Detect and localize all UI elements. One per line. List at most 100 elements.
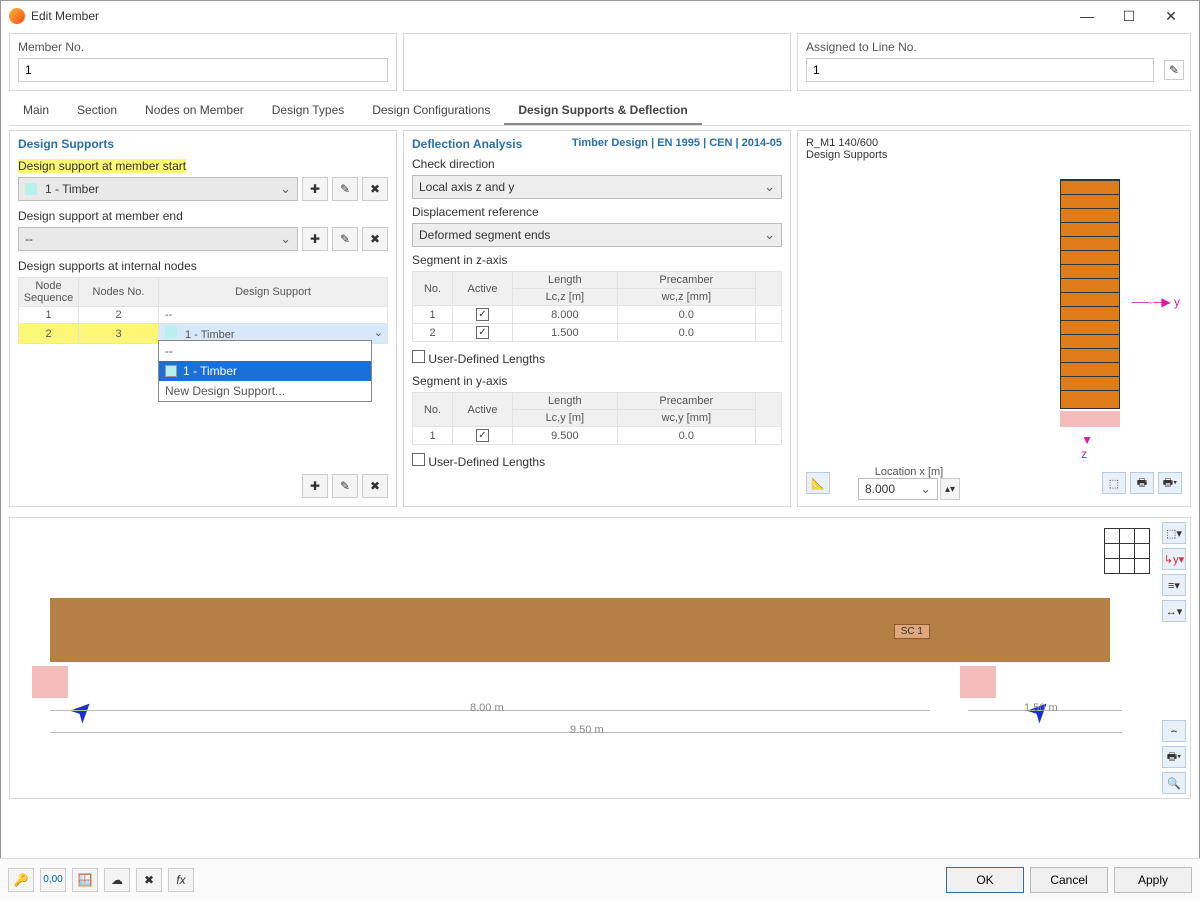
end-combo[interactable]: -- — [18, 227, 298, 251]
disp-ref-label: Displacement reference — [412, 205, 782, 219]
maximize-button[interactable]: ☐ — [1109, 2, 1149, 30]
start-new-icon[interactable]: ✚ — [302, 177, 328, 201]
member-no-input[interactable] — [18, 58, 388, 82]
measure-icon[interactable]: 📐 — [806, 472, 830, 494]
spinner-icon[interactable]: ▴▾ — [940, 478, 960, 500]
view-layers-icon[interactable]: ≡▾ — [1162, 574, 1186, 596]
tabs: MainSectionNodes on MemberDesign TypesDe… — [9, 97, 1191, 126]
help-icon[interactable]: 🔑 — [8, 868, 34, 892]
check-dir-label: Check direction — [412, 157, 782, 171]
assigned-input[interactable] — [806, 58, 1154, 82]
print-icon[interactable]: 🖶 — [1130, 472, 1154, 494]
disp-ref-value: Deformed segment ends — [419, 228, 550, 242]
seg-z-label: Segment in z-axis — [412, 253, 782, 267]
support-left — [32, 666, 68, 698]
end-edit-icon[interactable]: ✎ — [332, 227, 358, 251]
tool3-icon[interactable]: ✖ — [136, 868, 162, 892]
more-view-icon[interactable]: 🖶▾ — [1158, 472, 1182, 494]
chevron-down-icon: ⌄ — [374, 326, 383, 339]
cross-section-graphic — [1060, 179, 1120, 409]
start-edit-icon[interactable]: ✎ — [332, 177, 358, 201]
internal-label: Design supports at internal nodes — [18, 259, 388, 273]
seg-y-table: No. Active Length Precamber Lc,y [m] wc,… — [412, 392, 782, 445]
support-graphic — [1060, 411, 1120, 427]
tab-main[interactable]: Main — [9, 97, 63, 125]
axis-y-label: ──·─▶ y — [1132, 295, 1180, 309]
units-icon[interactable]: 0,00 — [40, 868, 66, 892]
start-combo[interactable]: 1 - Timber — [18, 177, 298, 201]
end-delete-icon[interactable]: ✖ — [362, 227, 388, 251]
checkbox-icon[interactable]: ✓ — [476, 429, 489, 442]
table-row[interactable]: 1 ✓ 9.500 0.0 — [413, 427, 782, 445]
preview-title1: R_M1 140/600 — [806, 137, 1182, 149]
view-print2-icon[interactable]: 🖶▾ — [1162, 746, 1186, 768]
sc-label: SC 1 — [894, 624, 930, 639]
table-row[interactable]: 2 3 1 - Timber ⌄ -- 1 - Timber New Desig… — [19, 324, 388, 344]
dim2: 1.50 m — [1024, 702, 1058, 714]
table-row[interactable]: 1 ✓ 8.000 0.0 — [413, 306, 782, 324]
beam-graphic — [50, 598, 1110, 662]
close-button[interactable]: ✕ — [1151, 2, 1191, 30]
cancel-button[interactable]: Cancel — [1030, 867, 1108, 893]
design-supports-title: Design Supports — [18, 137, 388, 151]
checkbox-icon[interactable]: ✓ — [476, 308, 489, 321]
view-iso-icon[interactable]: ⬚▾ — [1162, 522, 1186, 544]
internal-edit-icon[interactable]: ✎ — [332, 474, 358, 498]
minimize-button[interactable]: — — [1067, 2, 1107, 30]
dropdown-item-timber[interactable]: 1 - Timber — [159, 361, 371, 381]
dim1: 8.00 m — [470, 702, 504, 714]
end-label: Design support at member end — [18, 209, 388, 223]
table-row[interactable]: 1 2 -- — [19, 307, 388, 324]
assigned-label: Assigned to Line No. — [806, 40, 1182, 54]
location-label: Location x [m] — [858, 466, 960, 478]
table-row[interactable]: 2 ✓ 1.500 0.0 — [413, 324, 782, 342]
support-cell-dropdown[interactable]: 1 - Timber ⌄ -- 1 - Timber New Design Su… — [159, 324, 388, 344]
end-combo-value: -- — [25, 232, 33, 246]
pick-line-icon[interactable]: ✎ — [1164, 60, 1184, 80]
udl-y-checkbox[interactable] — [412, 453, 425, 466]
tool2-icon[interactable]: ☁ — [104, 868, 130, 892]
apply-button[interactable]: Apply — [1114, 867, 1192, 893]
dropdown-item-none[interactable]: -- — [159, 341, 371, 361]
tab-nodes-on-member[interactable]: Nodes on Member — [131, 97, 258, 125]
view-cube-icon[interactable] — [1104, 528, 1150, 574]
tab-design-configurations[interactable]: Design Configurations — [358, 97, 504, 125]
ok-button[interactable]: OK — [946, 867, 1024, 893]
tab-section[interactable]: Section — [63, 97, 131, 125]
support-right — [960, 666, 996, 698]
view-xy-icon[interactable]: ↳y▾ — [1162, 548, 1186, 570]
member-no-panel: Member No. — [9, 33, 397, 91]
internal-delete-icon[interactable]: ✖ — [362, 474, 388, 498]
internal-nodes-table: Node Sequence Nodes No. Design Support 1… — [18, 277, 388, 344]
beam-preview: SC 1 ➤ ➤ 8.00 m 1.50 m 9.50 m ⬚▾ ↳y▾ ≡▾ … — [9, 517, 1191, 799]
view-axis-icon[interactable]: ↔▾ — [1162, 600, 1186, 622]
internal-new-icon[interactable]: ✚ — [302, 474, 328, 498]
tab-design-types[interactable]: Design Types — [258, 97, 359, 125]
app-icon — [9, 8, 25, 24]
start-delete-icon[interactable]: ✖ — [362, 177, 388, 201]
disp-ref-combo[interactable]: Deformed segment ends — [412, 223, 782, 247]
tool1-icon[interactable]: 🪟 — [72, 868, 98, 892]
col-support: Design Support — [159, 278, 388, 307]
seg-z-table: No. Active Length Precamber Lc,z [m] wc,… — [412, 271, 782, 342]
checkbox-icon[interactable]: ✓ — [476, 326, 489, 339]
tab-design-supports-deflection[interactable]: Design Supports & Deflection — [504, 97, 701, 125]
end-new-icon[interactable]: ✚ — [302, 227, 328, 251]
preview-panel: R_M1 140/600 Design Supports ──·─▶ y ▼z … — [797, 130, 1191, 507]
support-dropdown: -- 1 - Timber New Design Support... — [158, 340, 372, 402]
check-dir-combo[interactable]: Local axis z and y — [412, 175, 782, 199]
dropdown-item-new[interactable]: New Design Support... — [159, 381, 371, 401]
view-1-icon[interactable]: ⬚ — [1102, 472, 1126, 494]
view-persp-icon[interactable]: ⌢ — [1162, 720, 1186, 742]
start-label: Design support at member start — [18, 159, 186, 173]
tool4-icon[interactable]: fx — [168, 868, 194, 892]
view-reset-icon[interactable]: 🔍 — [1162, 772, 1186, 794]
window-title: Edit Member — [31, 9, 1067, 23]
deflection-panel: Deflection AnalysisTimber Design | EN 19… — [403, 130, 791, 507]
udl-z-checkbox[interactable] — [412, 350, 425, 363]
design-supports-panel: Design Supports Design support at member… — [9, 130, 397, 507]
footer: 🔑 0,00 🪟 ☁ ✖ fx OK Cancel Apply — [0, 858, 1200, 900]
member-no-label: Member No. — [18, 40, 388, 54]
seg-y-label: Segment in y-axis — [412, 374, 782, 388]
location-combo[interactable]: 8.000 — [858, 478, 938, 500]
